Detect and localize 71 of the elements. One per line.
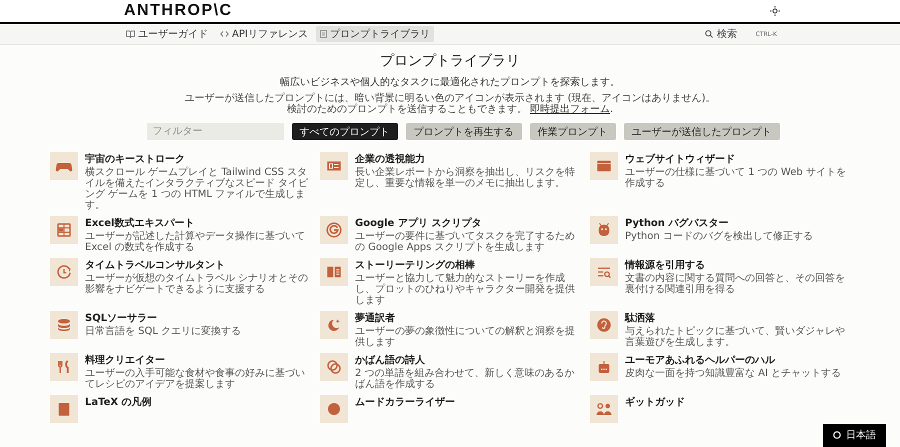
prompt-title[interactable]: 企業の透視能力 (355, 152, 580, 166)
book-icon (320, 258, 348, 286)
prompt-title[interactable]: タイムトラベルコンサルタント (85, 258, 310, 272)
document-icon (320, 30, 327, 38)
category-button[interactable]: プロンプトを再生する (406, 123, 522, 140)
ear-icon (590, 311, 618, 339)
prompt-description: 与えられたトピックに基づいて、賢いダジャレや言葉遊びを生成します。 (625, 326, 846, 348)
prompt-description: ユーザーの要件に基づいてタスクを完了するための Google Apps スクリプトを生成します (355, 231, 576, 253)
prompt-description: ユーザーが記述した計算やデータ操作に基づいて Excel の数式を作成する (85, 231, 306, 253)
theme-toggle-icon[interactable] (770, 6, 780, 16)
clock-icon (50, 258, 78, 286)
prompt-description: ユーザーの入手可能な食材や食事の好みに基づいてレシピのアイデアを提案します (85, 368, 306, 390)
language-button[interactable]: 日本語 (823, 424, 886, 447)
prompt-title[interactable]: Python バグバスター (625, 216, 813, 230)
prompt-title[interactable]: かばん語の詩人 (355, 353, 580, 367)
prompt-description: ユーザーと協力して魅力的なストーリーを作成し、プロットのひねりやキャラクター開発を提供します (355, 273, 576, 306)
book-icon (126, 30, 135, 38)
nav-tab[interactable]: プロンプトライブラリ (316, 26, 434, 42)
prompt-title[interactable]: 夢通訳者 (355, 311, 580, 325)
nav-tab[interactable]: ユーザーガイド (122, 26, 212, 42)
category-button[interactable]: すべてのプロンプト (292, 123, 398, 140)
prompt-description: 長い企業レポートから洞察を抽出し、リスクを特定し、重要な情報を単一のメモに抽出します。 (355, 167, 576, 189)
search-icon (705, 30, 713, 38)
prompt-description: 2 つの単語を組み合わせて、新しく意味のあるかばん語を作成する (355, 368, 576, 390)
category-button[interactable]: 作業プロンプト (530, 123, 616, 140)
spreadsheet-icon (50, 216, 78, 244)
prompt-title[interactable]: 料理クリエイター (85, 353, 310, 367)
note-text: ユーザーが送信したプロンプトには、暗い背景に明るい色のアイコンが表示されます (現在、アイコンはありません)。 検討のためのプロンプトを送信することもできます。 即時提出フォーム. (184, 93, 716, 115)
prompt-title[interactable]: 情報源を引用する (625, 258, 850, 272)
prompt-description: 日常言語を SQL クエリに変換する (85, 326, 242, 337)
prompt-title[interactable]: Excel数式エキスパート (85, 216, 310, 230)
prompt-description: Python コードのバグを検出して修正する (625, 231, 813, 242)
search-placeholder: 検索 (717, 28, 737, 41)
prompt-title[interactable]: 駄洒落 (625, 311, 850, 325)
prompt-title[interactable]: Google アプリ スクリプタ (355, 216, 580, 230)
prompt-title[interactable]: LaTeX の凡例 (85, 395, 152, 409)
prompt-description: 文書の内容に関する質問への回答と、その回答を裏付ける関連引用を得る (625, 273, 846, 295)
overlapping-circles-icon (320, 353, 348, 381)
browser-window-icon (590, 152, 618, 180)
gamepad-icon (50, 152, 78, 180)
category-button[interactable]: ユーザーが送信したプロンプト (624, 123, 780, 140)
filter-field[interactable]: フィルター (146, 123, 284, 140)
list-search-icon (590, 258, 618, 286)
prompt-description: ユーザーの仕様に基づいて 1 つの Web サイトを作成する (625, 167, 847, 189)
database-icon (50, 311, 78, 339)
prompt-title[interactable]: SQLソーサラー (85, 311, 242, 325)
prompt-description: 皮肉な一面を持つ知識豊富な AI とチャットする (625, 368, 842, 379)
submission-form-link[interactable]: 即時提出フォーム (530, 104, 610, 115)
people-icon (590, 395, 618, 423)
prompt-title[interactable]: ストーリーテリングの相棒 (355, 258, 580, 272)
robot-icon (590, 216, 618, 244)
fork-knife-icon (50, 353, 78, 381)
prompt-title[interactable]: ギットガッド (625, 395, 685, 409)
prompt-title[interactable]: ウェブサイトウィザード (625, 152, 850, 166)
logo[interactable]: ANTHROP\C (124, 2, 233, 20)
prompt-title[interactable]: ユーモアあふれるヘルパーのハル (625, 353, 842, 367)
circle-arc-icon (320, 216, 348, 244)
document-icon (50, 395, 78, 423)
page-title: プロンプトライブラリ (380, 52, 520, 70)
globe-icon (833, 431, 841, 439)
prompt-description: ユーザーが仮想のタイムトラベル シナリオとその影響をナビゲートできるように支援する (85, 273, 310, 295)
robot-icon (590, 353, 618, 381)
code-icon (220, 30, 229, 38)
nav-tab[interactable]: APIリファレンス (216, 26, 312, 42)
prompt-title[interactable]: 宇宙のキーストローク (85, 152, 310, 166)
prompt-description: ユーザーの夢の象徴性についての解釈と洞察を提供します (355, 326, 576, 348)
page-subtitle: 幅広いビジネスや個人的なタスクに最適化されたプロンプトを探索します。 (280, 76, 620, 89)
id-card-icon (320, 152, 348, 180)
prompt-title[interactable]: ムードカラーライザー (355, 395, 455, 409)
moon-icon (320, 311, 348, 339)
prompt-description: 横スクロール ゲームプレイと Tailwind CSS スタイルを備えたインタラクティブなスピード タイピング ゲームを 1 つの HTML ファイルで生成します。 (85, 167, 310, 211)
